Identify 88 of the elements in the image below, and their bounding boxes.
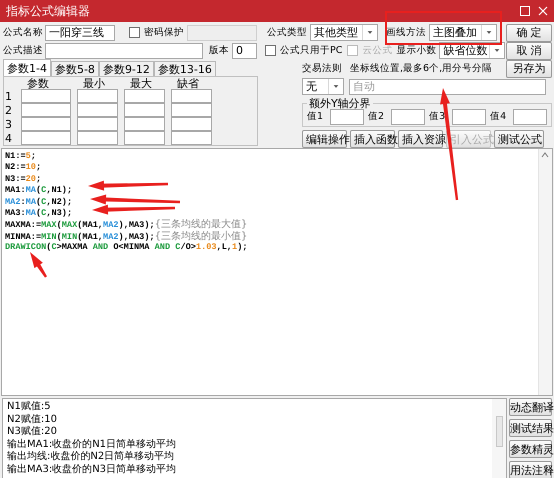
param-input[interactable] bbox=[171, 131, 212, 145]
value-field[interactable] bbox=[513, 108, 548, 124]
checkbox-label: 云公式 bbox=[362, 44, 392, 58]
row-number: 1 bbox=[5, 90, 13, 102]
output-line: 输出MA1:收盘价的N1日简单移动平均 bbox=[7, 438, 178, 450]
code-line: MAXMA:=MAX(MAX(MA1,MA2),MA3);{三条均线的最大值} bbox=[5, 219, 248, 230]
value-field[interactable] bbox=[452, 108, 486, 124]
param-input[interactable] bbox=[171, 89, 212, 103]
param-input[interactable] bbox=[124, 103, 165, 117]
param-input[interactable] bbox=[124, 89, 165, 103]
action-button[interactable]: 插入函数 bbox=[350, 130, 395, 148]
code-line: MA3:MA(C,N3); bbox=[5, 208, 72, 220]
output-button[interactable]: 用法注释 bbox=[509, 461, 552, 478]
row-number: 4 bbox=[5, 132, 13, 144]
name-field[interactable]: 一阳穿三线 bbox=[45, 24, 115, 40]
param-input[interactable] bbox=[171, 117, 212, 131]
param-tab[interactable]: 参数5-8 bbox=[50, 61, 99, 76]
code-line: N3:=20; bbox=[5, 174, 42, 186]
row-number: 2 bbox=[5, 104, 13, 116]
param-tab[interactable]: 参数13-16 bbox=[154, 61, 216, 76]
dropdown[interactable]: 主图叠加 bbox=[429, 24, 497, 41]
field-label: 坐标线位置,最多6个,用分号分隔 bbox=[350, 62, 492, 76]
column-header: 最大 bbox=[129, 78, 153, 88]
value-field[interactable] bbox=[330, 108, 364, 124]
code-line: MA2:MA(C,N2); bbox=[5, 196, 72, 208]
column-header: 缺省 bbox=[176, 78, 200, 88]
output-button[interactable]: 动态翻译 bbox=[509, 398, 552, 416]
code-line: DRAWICON(C>MAXMA AND O<MINMA AND C/O>1.03,L,1); bbox=[5, 242, 248, 254]
param-input[interactable] bbox=[77, 103, 118, 117]
field-label: 公式名称 bbox=[3, 26, 42, 40]
output-line: 输出均线:收盘价的N2日简单移动平均 bbox=[7, 451, 176, 464]
annotation-arrow bbox=[30, 252, 47, 278]
checkbox[interactable] bbox=[129, 27, 140, 38]
field-label: 值2 bbox=[368, 110, 384, 124]
param-input[interactable] bbox=[21, 117, 71, 131]
field-label: 值4 bbox=[490, 110, 506, 124]
field-label: 公式类型 bbox=[267, 26, 307, 40]
field-label: 版本 bbox=[209, 44, 229, 58]
cancel-button[interactable]: 取 消 bbox=[506, 42, 552, 60]
scrollbar-thumb[interactable] bbox=[496, 416, 502, 447]
group-label: 额外Y轴分界 bbox=[308, 98, 372, 109]
param-input[interactable] bbox=[21, 131, 71, 145]
action-button[interactable]: 测试公式 bbox=[494, 130, 544, 148]
param-input[interactable] bbox=[21, 103, 71, 117]
action-button[interactable]: 编辑操作 bbox=[302, 130, 347, 148]
scrollbar[interactable] bbox=[538, 149, 552, 395]
dropdown[interactable]: 其他类型 bbox=[310, 24, 378, 41]
checkbox-label: 密码保护 bbox=[144, 26, 184, 40]
dropdown[interactable]: 无 bbox=[302, 78, 344, 95]
param-tab[interactable]: 参数1-4 bbox=[3, 59, 51, 76]
output-line: N2赋值:10 bbox=[7, 414, 58, 426]
param-input[interactable] bbox=[77, 89, 118, 103]
output-button[interactable]: 参数精灵 bbox=[509, 440, 552, 458]
code-line: N1:=5; bbox=[5, 151, 36, 162]
save-as-button[interactable]: 另存为 bbox=[506, 60, 552, 78]
field-label: 值1 bbox=[307, 110, 324, 124]
checkbox[interactable] bbox=[265, 45, 276, 56]
field-label: 显示小数 bbox=[396, 44, 436, 58]
param-input[interactable] bbox=[171, 103, 212, 117]
output-button[interactable]: 测试结果 bbox=[509, 419, 552, 437]
version-field[interactable]: 0 bbox=[232, 42, 257, 58]
column-header: 最小 bbox=[82, 78, 106, 88]
value-field[interactable] bbox=[391, 108, 426, 124]
field-label: 交易法则 bbox=[302, 62, 342, 76]
close-icon[interactable] bbox=[538, 6, 548, 16]
param-input[interactable] bbox=[124, 117, 165, 131]
param-input[interactable] bbox=[124, 131, 165, 145]
param-input[interactable] bbox=[21, 89, 71, 103]
code-line: N2:=10; bbox=[5, 162, 42, 174]
column-header: 参数 bbox=[26, 78, 50, 88]
row-number: 3 bbox=[5, 118, 13, 130]
param-input[interactable] bbox=[77, 131, 118, 145]
field-label: 值3 bbox=[429, 110, 446, 124]
checkbox-label: 公式只用于PC bbox=[280, 44, 342, 58]
param-tab[interactable]: 参数9-12 bbox=[98, 61, 154, 76]
maximize-icon[interactable] bbox=[520, 6, 530, 16]
output-line: N3赋值:20 bbox=[7, 426, 58, 438]
code-line: MA1:MA(C,N1); bbox=[5, 185, 72, 197]
output-line: N1赋值:5 bbox=[7, 401, 52, 414]
code-line: MINMA:=MIN(MIN(MA1,MA2),MA3);{三条均线的最小值} bbox=[5, 230, 248, 242]
password-field[interactable] bbox=[187, 24, 257, 40]
field-label: 公式描述 bbox=[3, 44, 42, 58]
field-label: 画线方法 bbox=[386, 26, 426, 40]
output-line: 输出MA3:收盘价的N3日简单移动平均 bbox=[7, 464, 178, 477]
param-input[interactable] bbox=[77, 117, 118, 131]
window-title: 指标公式编辑器 bbox=[6, 2, 90, 20]
confirm-button[interactable]: 确 定 bbox=[506, 24, 552, 42]
description-field[interactable] bbox=[45, 42, 203, 58]
